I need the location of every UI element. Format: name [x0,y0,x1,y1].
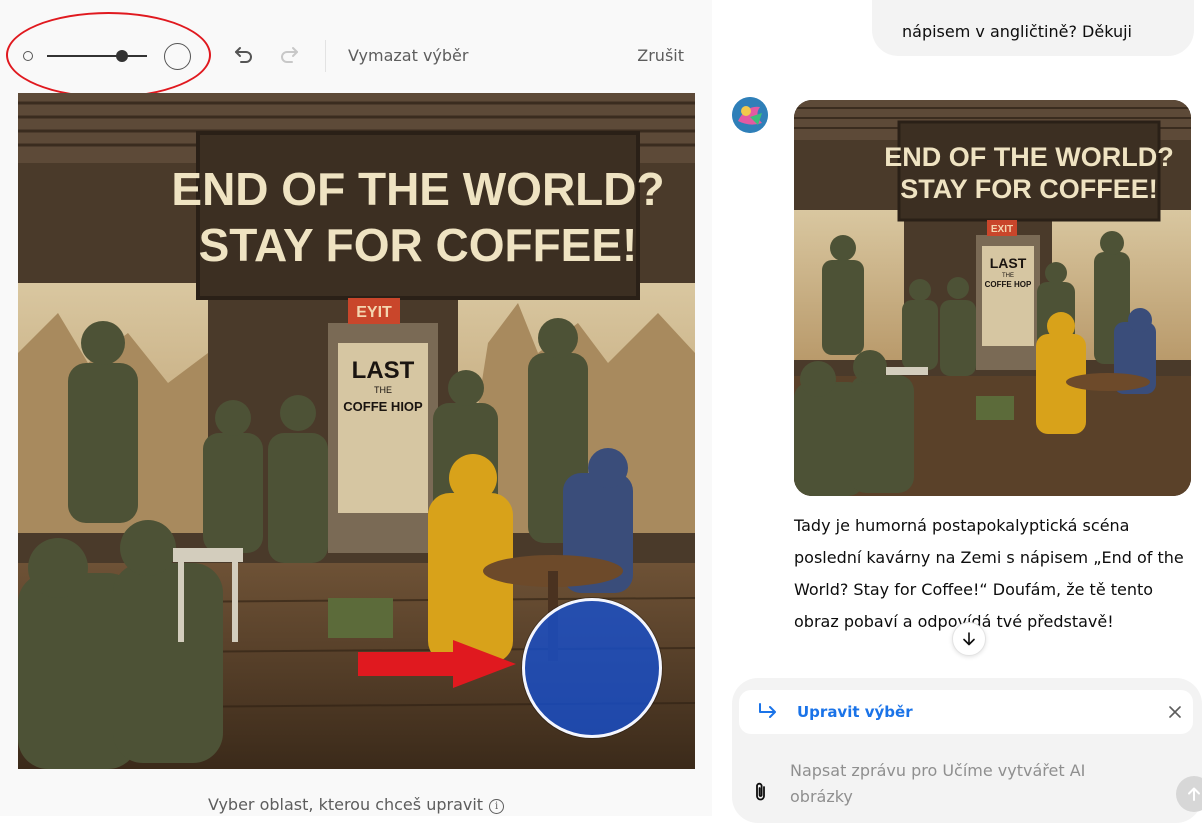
edit-selection-chip: Upravit výběr [739,690,1193,734]
paperclip-icon [756,782,765,801]
undo-icon [235,47,252,63]
info-icon[interactable]: i [489,799,505,814]
thumb-door-line2: THE [1002,273,1014,279]
image-door-line2: THE [374,385,392,395]
message-input[interactable]: Napsat zprávu pro Učíme vytvářet AI obrá… [790,758,1120,810]
thumb-exit-sign: EXIT [991,224,1013,235]
image-editor-panel: Vymazat výběr Zrušit END OF THE WORLD? S… [0,0,712,816]
close-edit-chip-button[interactable] [1165,702,1185,722]
cancel-button[interactable]: Zrušit [637,46,684,65]
brush-size-slider-thumb[interactable] [116,50,128,62]
edit-selection-label: Upravit výběr [797,703,913,721]
thumb-sign-line1: END OF THE WORLD? [884,142,1173,172]
assistant-avatar [732,97,768,133]
thumb-door-line1: LAST [990,255,1027,271]
message-input-placeholder-line1: Napsat zprávu pro Učíme vytvářet AI [790,761,1086,780]
redo-button[interactable] [275,40,303,70]
attach-button[interactable] [750,781,772,803]
brush-size-large-icon[interactable] [164,43,191,70]
image-sign-line2: STAY FOR COFFEE! [199,219,638,271]
brush-size-slider[interactable] [47,55,147,57]
coffee-shop-scene-thumbnail: END OF THE WORLD? STAY FOR COFFEE! EXIT … [794,100,1191,496]
reply-arrow-icon [759,703,776,718]
message-composer: Upravit výběr Napsat zprávu pro Učíme vy… [732,678,1202,823]
arrow-up-icon [1188,787,1200,801]
thumb-door-line3: COFFE HOP [985,280,1032,289]
generated-image[interactable]: END OF THE WORLD? STAY FOR COFFEE! EXIT … [794,100,1191,496]
clear-selection-button[interactable]: Vymazat výběr [348,46,468,65]
arrow-down-icon [963,632,975,646]
annotation-red-arrow [358,640,516,688]
scroll-to-bottom-button[interactable] [952,622,986,656]
edit-hint-text: Vyber oblast, kterou chceš upravit [207,795,484,814]
mask-selection-circle[interactable] [522,598,662,738]
image-sign-line1: END OF THE WORLD? [171,163,664,215]
message-input-placeholder-line2: obrázky [790,787,853,806]
assistant-reply: Tady je humorná postapokalyptická scéna … [794,516,1184,631]
image-door-line1: LAST [352,357,415,384]
close-icon [1169,706,1181,718]
undo-button[interactable] [230,40,258,70]
send-button[interactable] [1176,776,1202,812]
editable-image[interactable]: END OF THE WORLD? STAY FOR COFFEE! EYIT … [18,93,695,769]
toolbar-divider [325,40,326,72]
thumb-sign-line2: STAY FOR COFFEE! [900,174,1158,204]
brush-size-small-icon[interactable] [23,51,33,61]
image-door-line3: COFFE HIOP [343,399,423,414]
user-message-text: nápisem v angličtině? Děkuji [902,22,1132,41]
chat-panel: nápisem v angličtině? Děkuji END OF THE … [712,0,1202,823]
edit-hint: Vyber oblast, kterou chceš upravit i [0,795,712,814]
user-message-bubble: nápisem v angličtině? Děkuji [872,0,1194,56]
redo-icon [281,47,298,63]
image-exit-sign: EYIT [356,304,392,321]
